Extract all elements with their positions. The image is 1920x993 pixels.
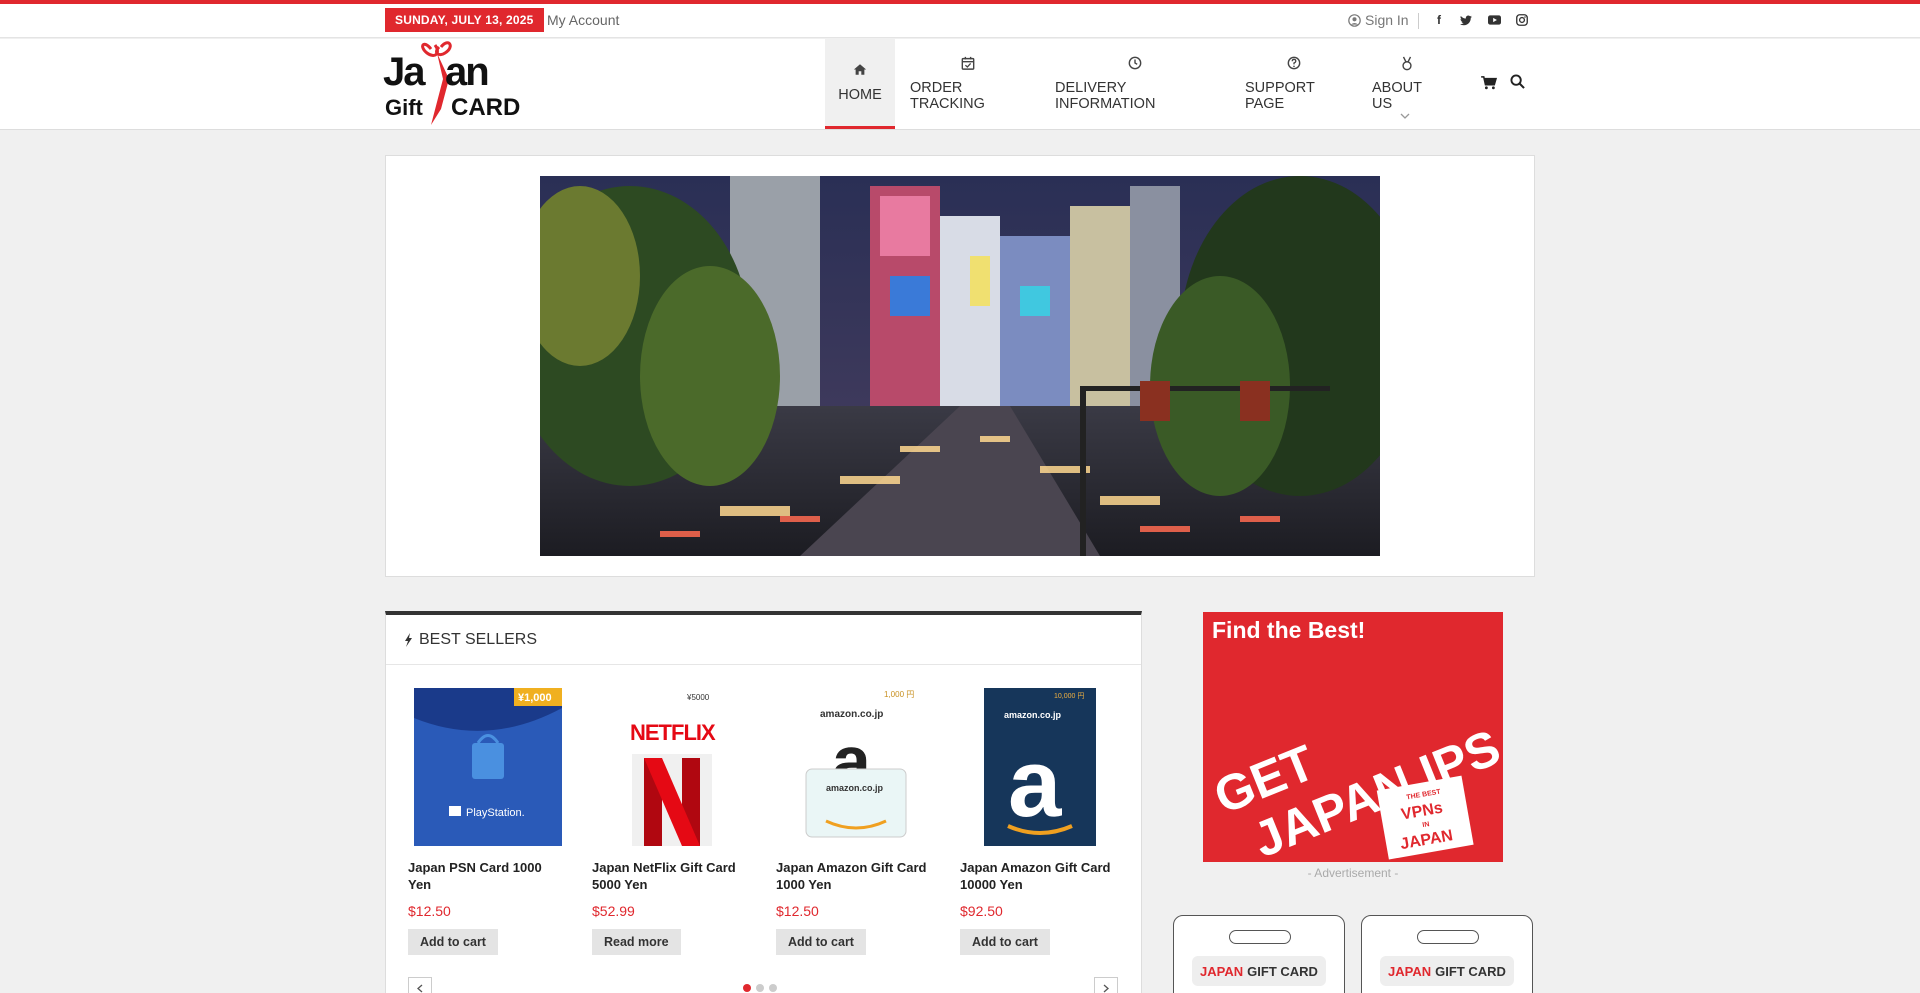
product-name[interactable]: Japan Amazon Gift Card 10000 Yen bbox=[960, 859, 1120, 893]
product-image-amazon-10000[interactable]: 10,000 円 amazon.co.jp a bbox=[960, 687, 1120, 847]
product-price: $12.50 bbox=[776, 903, 819, 919]
sign-in-link[interactable]: Sign In bbox=[1348, 12, 1409, 28]
product-image-netflix[interactable]: ¥5000 NETFLIX bbox=[592, 687, 752, 847]
site-logo[interactable]: Ja an Gift CARD bbox=[383, 39, 523, 129]
gift-card-label-rest: GIFT CARD bbox=[1247, 963, 1318, 979]
date-badge: SUNDAY, JULY 13, 2025 bbox=[385, 8, 544, 32]
product-card[interactable]: 10,000 円 amazon.co.jp a Japan Amazon Gif… bbox=[960, 687, 1120, 955]
svg-text:an: an bbox=[445, 50, 488, 94]
chevron-down-icon bbox=[1400, 111, 1410, 121]
nav-home-label: HOME bbox=[838, 86, 882, 103]
nav-order-tracking[interactable]: ORDER TRACKING bbox=[895, 39, 1040, 129]
medal-icon bbox=[1400, 56, 1414, 74]
nav-order-tracking-label: ORDER TRACKING bbox=[910, 80, 985, 112]
chevron-left-icon bbox=[417, 984, 423, 992]
svg-text:a: a bbox=[1008, 730, 1062, 837]
gift-card-label-rest: GIFT CARD bbox=[1435, 963, 1506, 979]
product-price: $12.50 bbox=[408, 903, 451, 919]
svg-text:PlayStation.: PlayStation. bbox=[466, 807, 525, 819]
hero-image-tokyo-street bbox=[540, 176, 1380, 556]
ad-headline: Find the Best! bbox=[1212, 617, 1365, 643]
card-hanger-hole bbox=[1229, 930, 1291, 944]
ad-tag3: IN bbox=[1422, 821, 1430, 829]
twitter-icon[interactable] bbox=[1458, 12, 1474, 28]
cart-icon[interactable] bbox=[1481, 76, 1498, 94]
read-more-button[interactable]: Read more bbox=[592, 929, 681, 955]
product-name[interactable]: Japan Amazon Gift Card 1000 Yen bbox=[776, 859, 936, 893]
psn-badge: ¥1,000 bbox=[518, 692, 552, 704]
product-card[interactable]: ¥1,000 PlayStation. Japan PSN Card 1000 … bbox=[408, 687, 568, 955]
user-circle-icon bbox=[1348, 13, 1361, 27]
carousel-dots bbox=[743, 984, 777, 992]
nav-delivery-information[interactable]: DELIVERY INFORMATION bbox=[1040, 39, 1230, 129]
gift-card-label-red: JAPAN bbox=[1200, 963, 1244, 979]
product-name[interactable]: Japan NetFlix Gift Card 5000 Yen bbox=[592, 859, 752, 893]
product-image-amazon-1000[interactable]: 1,000 円 amazon.co.jp a amazon.co.jp bbox=[776, 687, 936, 847]
product-card[interactable]: ¥5000 NETFLIX Japan NetFlix Gift Card 50… bbox=[592, 687, 752, 955]
calendar-check-icon bbox=[961, 56, 975, 74]
carousel-dot[interactable] bbox=[769, 984, 777, 992]
facebook-icon[interactable]: f bbox=[1431, 12, 1447, 28]
card-hanger-hole bbox=[1417, 930, 1479, 944]
top-bar: SUNDAY, JULY 13, 2025 My Account Sign In… bbox=[0, 4, 1920, 38]
svg-text:amazon.co.jp: amazon.co.jp bbox=[820, 709, 883, 720]
chevron-right-icon bbox=[1103, 984, 1109, 992]
carousel-dot[interactable] bbox=[756, 984, 764, 992]
gift-card-label: JAPAN GIFT CARD bbox=[1380, 956, 1514, 986]
topbar-divider bbox=[1418, 13, 1419, 29]
home-icon bbox=[853, 63, 867, 81]
search-icon[interactable] bbox=[1510, 74, 1525, 93]
product-price: $52.99 bbox=[592, 903, 635, 919]
product-image-psn[interactable]: ¥1,000 PlayStation. bbox=[408, 687, 568, 847]
product-card[interactable]: 1,000 円 amazon.co.jp a amazon.co.jp Japa… bbox=[776, 687, 936, 955]
gift-card-label: JAPAN GIFT CARD bbox=[1192, 956, 1326, 986]
amazon1000-badge: 1,000 円 bbox=[884, 690, 914, 699]
amazon10000-badge: 10,000 円 bbox=[1054, 692, 1084, 700]
carousel-dot[interactable] bbox=[743, 984, 751, 992]
nav-support-page-label: SUPPORT PAGE bbox=[1245, 80, 1315, 112]
add-to-cart-button[interactable]: Add to cart bbox=[776, 929, 866, 955]
nav-home[interactable]: HOME bbox=[825, 39, 895, 129]
my-account-link[interactable]: My Account bbox=[547, 12, 619, 28]
bolt-icon bbox=[405, 632, 412, 647]
best-sellers-title: BEST SELLERS bbox=[419, 630, 537, 648]
nav-about-us-label: ABOUT US bbox=[1372, 80, 1422, 112]
add-to-cart-button[interactable]: Add to cart bbox=[408, 929, 498, 955]
clock-icon bbox=[1128, 56, 1142, 74]
gift-card-promo[interactable]: JAPAN GIFT CARD bbox=[1361, 915, 1533, 993]
gift-card-promo[interactable]: JAPAN GIFT CARD bbox=[1173, 915, 1345, 993]
gift-card-label-red: JAPAN bbox=[1388, 963, 1432, 979]
site-header: Ja an Gift CARD HOME ORDER TRACKING DELI… bbox=[0, 39, 1920, 130]
instagram-icon[interactable] bbox=[1514, 12, 1530, 28]
sign-in-label: Sign In bbox=[1365, 12, 1409, 28]
svg-text:amazon.co.jp: amazon.co.jp bbox=[826, 783, 884, 793]
carousel-prev-button[interactable] bbox=[408, 977, 432, 993]
svg-text:Gift: Gift bbox=[385, 95, 424, 120]
carousel-next-button[interactable] bbox=[1094, 977, 1118, 993]
netflix-badge: ¥5000 bbox=[686, 693, 710, 702]
best-sellers-section: BEST SELLERS ¥1,000 PlayStation. Japan P… bbox=[385, 611, 1142, 993]
svg-text:amazon.co.jp: amazon.co.jp bbox=[1004, 710, 1062, 720]
add-to-cart-button[interactable]: Add to cart bbox=[960, 929, 1050, 955]
youtube-icon[interactable] bbox=[1486, 12, 1502, 28]
vpn-advertisement[interactable]: Find the Best! GET JAPAN IPS THE BEST VP… bbox=[1203, 612, 1503, 862]
nav-support-page[interactable]: SUPPORT PAGE bbox=[1230, 39, 1357, 129]
best-sellers-header: BEST SELLERS bbox=[386, 615, 1141, 665]
advertisement-caption: - Advertisement - bbox=[1307, 866, 1399, 880]
svg-text:CARD: CARD bbox=[451, 94, 520, 121]
svg-text:Ja: Ja bbox=[383, 50, 426, 94]
product-price: $92.50 bbox=[960, 903, 1003, 919]
product-name[interactable]: Japan PSN Card 1000 Yen bbox=[408, 859, 568, 893]
question-circle-icon bbox=[1287, 56, 1301, 74]
nav-delivery-information-label: DELIVERY INFORMATION bbox=[1055, 80, 1156, 112]
hero-banner-box bbox=[385, 155, 1535, 577]
svg-text:NETFLIX: NETFLIX bbox=[630, 720, 716, 745]
